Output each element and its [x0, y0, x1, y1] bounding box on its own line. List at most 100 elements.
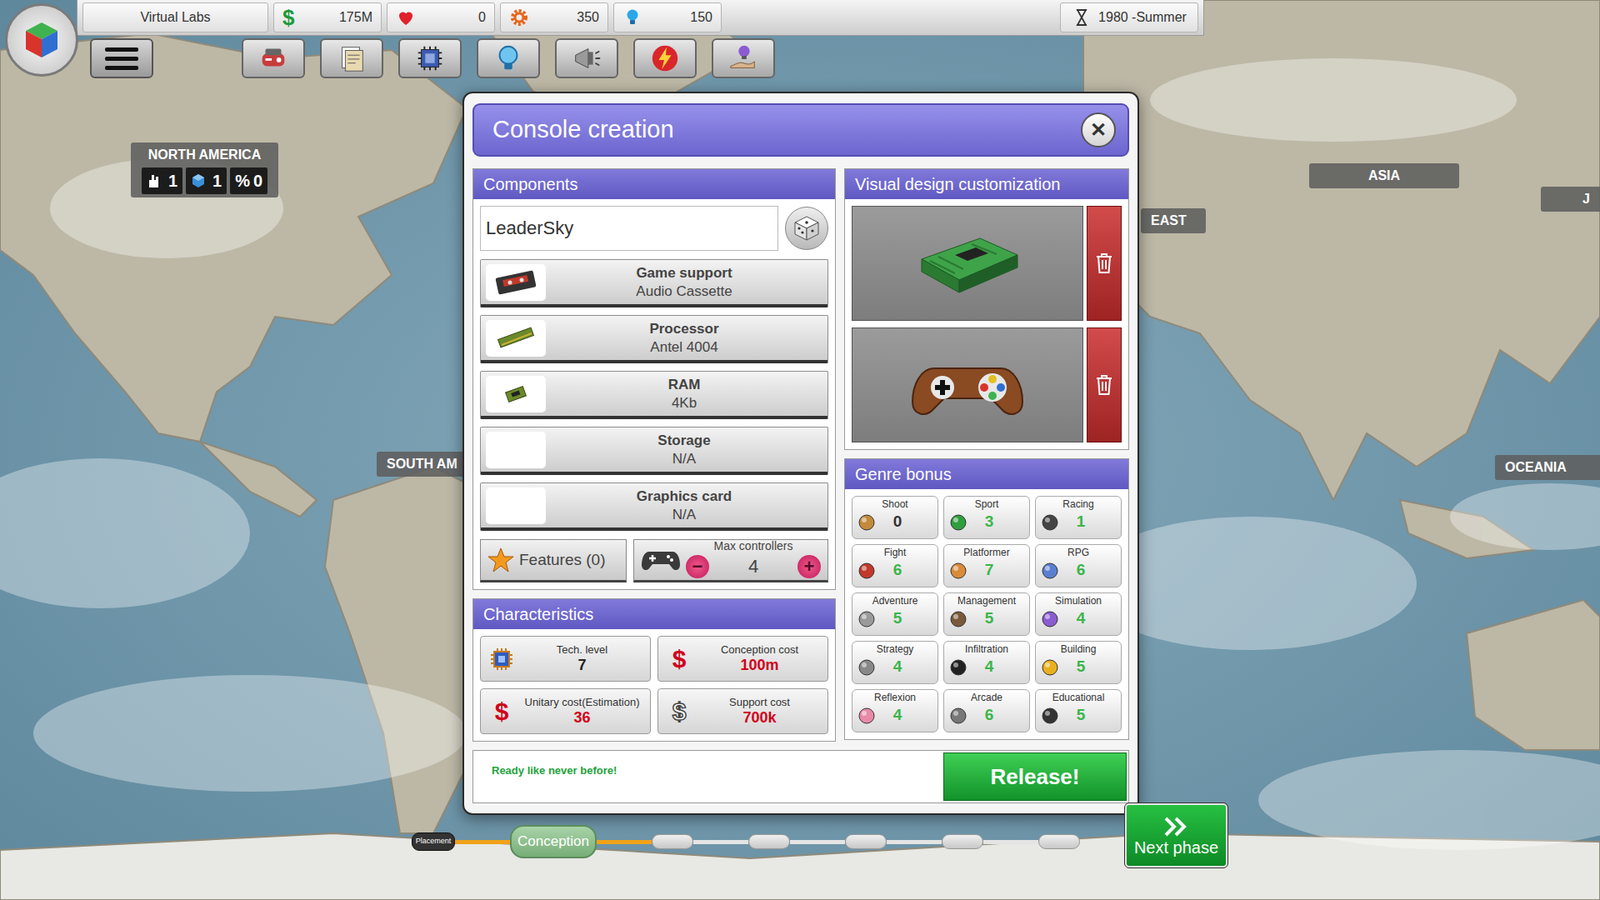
stat-value: 0: [478, 7, 486, 28]
genre-icon: [855, 705, 878, 727]
genre-value: 5: [1060, 655, 1118, 680]
genre-cell: Adventure5: [851, 592, 939, 636]
component-button[interactable]: ProcessorAntel 4004: [480, 315, 829, 364]
phase-connector: [983, 840, 1039, 845]
region-label[interactable]: OCEANIA: [1495, 455, 1600, 480]
console-icon[interactable]: [241, 38, 305, 79]
component-button[interactable]: Graphics cardN/A: [480, 482, 829, 531]
genre-cell: Shoot0: [851, 495, 939, 540]
controller-icon[interactable]: [851, 327, 1084, 443]
company-logo-icon[interactable]: [5, 3, 79, 77]
component-button[interactable]: Game supportAudio Cassette: [480, 259, 829, 308]
genre-name: Fight: [855, 546, 935, 559]
component-label: RAM: [545, 375, 823, 394]
phase-connector: [790, 840, 845, 845]
section-header: Components: [473, 169, 835, 200]
genre-name: Platformer: [947, 546, 1026, 559]
plus-button[interactable]: +: [797, 555, 821, 579]
region-label[interactable]: ASIA: [1309, 163, 1460, 189]
console-name-field[interactable]: [480, 205, 779, 251]
genre-bonus-section: Genre bonusShoot0Sport3Racing1Fight6Plat…: [844, 458, 1130, 740]
genre-cell: RPG6: [1035, 544, 1122, 588]
next-phase-button[interactable]: Next phase: [1125, 803, 1228, 868]
genre-icon: [1039, 560, 1061, 582]
region-label[interactable]: SOUTH AM: [376, 451, 468, 477]
stat-money: $175M: [273, 2, 382, 33]
release-button[interactable]: Release!: [943, 752, 1127, 801]
visual-design-section: Visual design customization: [844, 168, 1130, 450]
empty-slot-icon: [485, 487, 546, 525]
delete-button[interactable]: [1086, 327, 1122, 443]
region-badge: %0: [230, 167, 268, 195]
genre-icon: [855, 560, 878, 582]
phase-step[interactable]: [845, 834, 887, 850]
genre-cell: Infiltration4: [943, 640, 1030, 685]
console-icon[interactable]: [851, 205, 1084, 321]
documents-icon[interactable]: [320, 38, 384, 79]
region-label[interactable]: EAST: [1140, 208, 1206, 234]
region-label[interactable]: J: [1540, 186, 1600, 212]
genre-name: Adventure: [855, 595, 935, 607]
hand-bulb-icon[interactable]: [711, 38, 775, 79]
right-column: Visual design customizationGenre bonusSh…: [844, 168, 1130, 742]
component-label: Storage: [545, 431, 823, 450]
phase-step[interactable]: [651, 834, 694, 850]
genre-icon: [947, 560, 970, 582]
dice-icon[interactable]: [785, 206, 829, 250]
phase-connector: [596, 840, 652, 845]
toolbar: [241, 38, 775, 79]
genre-name: Educational: [1039, 691, 1118, 704]
dollar-icon: $: [487, 697, 516, 726]
features-button[interactable]: Features (0): [480, 539, 627, 583]
region-badge: 1: [141, 167, 183, 195]
genre-value: 1: [1060, 510, 1118, 535]
genre-icon: [1039, 511, 1061, 534]
design-row: [851, 327, 1122, 443]
genre-name: Infiltration: [947, 643, 1026, 655]
genre-name: Management: [947, 595, 1026, 607]
region-name: J: [1550, 189, 1590, 210]
genre-icon: [1039, 705, 1061, 727]
heart-icon: [395, 7, 416, 28]
genre-cell: Educational5: [1035, 689, 1122, 733]
empty-slot-icon: [485, 431, 546, 469]
characteristic-value: 7: [520, 656, 644, 675]
menu-button[interactable]: [90, 38, 154, 79]
characteristics-section: CharacteristicsTech. level7$Conception c…: [472, 598, 836, 742]
region-label[interactable]: NORTH AMERICA11%0: [130, 142, 279, 198]
genre-icon: [947, 705, 970, 727]
phase-step[interactable]: Conception: [510, 825, 597, 859]
phase-step[interactable]: Placement: [411, 832, 455, 851]
genre-value: 5: [877, 606, 935, 631]
megaphone-icon[interactable]: [555, 38, 619, 79]
phase-timeline: Placement Conception: [411, 825, 1080, 859]
hand-icon: [146, 172, 162, 190]
lightning-icon[interactable]: [633, 38, 697, 79]
minus-button[interactable]: −: [685, 555, 710, 579]
genre-icon: [1039, 608, 1061, 630]
delete-button[interactable]: [1086, 205, 1122, 321]
phase-step[interactable]: [748, 834, 790, 850]
components-section: Components Game supportAudio Cassette Proc…: [472, 168, 836, 590]
stat-fans: 0: [386, 2, 495, 33]
component-value: N/A: [545, 450, 823, 468]
close-button[interactable]: ✕: [1080, 112, 1116, 148]
phase-step[interactable]: [1038, 834, 1080, 850]
next-phase-label: Next phase: [1134, 838, 1219, 857]
phase-step[interactable]: [941, 834, 984, 850]
dollar-icon: $: [665, 697, 694, 726]
stat-value: 175M: [339, 7, 373, 28]
region-name: SOUTH AM: [386, 454, 458, 475]
genre-icon: [947, 656, 970, 679]
component-button[interactable]: RAM4Kb: [480, 370, 829, 420]
genre-value: 5: [1060, 703, 1118, 728]
characteristic-value: 700k: [698, 709, 821, 727]
chip-icon[interactable]: [398, 38, 462, 79]
max-controllers-value: 4: [748, 552, 759, 580]
dollar-icon: $: [665, 645, 694, 674]
component-button[interactable]: StorageN/A: [480, 426, 829, 475]
genre-cell: Management5: [943, 592, 1030, 636]
company-name: Virtual Labs: [82, 2, 269, 33]
idea-icon[interactable]: [476, 38, 540, 79]
component-value: Audio Cassette: [545, 282, 823, 300]
